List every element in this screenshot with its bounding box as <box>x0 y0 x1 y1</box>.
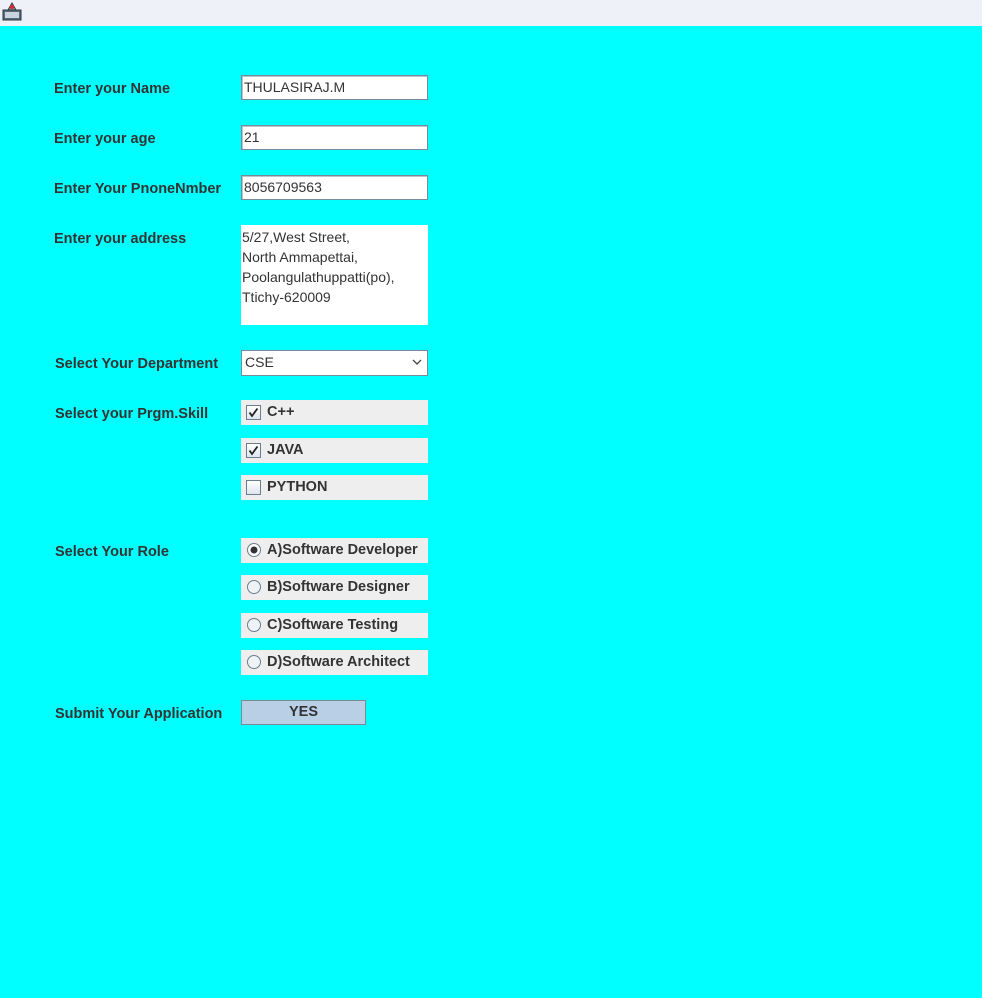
address-textarea[interactable]: 5/27,West Street, North Ammapettai, Pool… <box>241 225 428 325</box>
address-label: Enter your address <box>54 231 187 247</box>
skill-label-cpp: C++ <box>267 404 295 420</box>
age-field[interactable]: 21 <box>241 125 428 150</box>
phone-field[interactable]: 8056709563 <box>241 175 428 200</box>
role-radio-architect[interactable]: D)Software Architect <box>241 650 428 675</box>
yes-button[interactable]: YES <box>241 700 366 725</box>
role-radio-developer[interactable]: A)Software Developer <box>241 538 428 563</box>
radio-selected-icon[interactable] <box>246 542 262 558</box>
skill-label-java: JAVA <box>267 442 304 458</box>
role-radio-designer[interactable]: B)Software Designer <box>241 575 428 600</box>
skill-checkbox-java[interactable]: JAVA <box>241 438 428 463</box>
skills-label: Select your Prgm.Skill <box>55 406 209 422</box>
phone-label: Enter Your PnoneNmber <box>54 181 222 197</box>
role-label-designer: B)Software Designer <box>267 579 410 595</box>
checkbox-checked[interactable] <box>246 405 261 420</box>
skill-checkbox-cpp[interactable]: C++ <box>241 400 428 425</box>
application-form: Enter your Name THULASIRAJ.M Enter your … <box>0 26 982 998</box>
role-label-architect: D)Software Architect <box>267 654 410 670</box>
chevron-down-icon <box>412 359 422 365</box>
check-icon <box>248 445 259 456</box>
skill-label-python: PYTHON <box>267 479 328 495</box>
window-titlebar <box>0 0 982 27</box>
radio-unselected-icon[interactable] <box>246 579 262 595</box>
check-icon <box>248 407 259 418</box>
radio-unselected-icon[interactable] <box>246 654 262 670</box>
checkbox-checked[interactable] <box>246 443 261 458</box>
role-radio-testing[interactable]: C)Software Testing <box>241 613 428 638</box>
role-label: Select Your Role <box>55 544 169 560</box>
skill-checkbox-python[interactable]: PYTHON <box>241 475 428 500</box>
role-label-developer: A)Software Developer <box>267 542 418 558</box>
name-field[interactable]: THULASIRAJ.M <box>241 75 428 100</box>
name-label: Enter your Name <box>54 81 171 97</box>
checkbox-unchecked[interactable] <box>246 480 261 495</box>
department-selected-value: CSE <box>245 354 274 370</box>
department-label: Select Your Department <box>55 356 219 372</box>
radio-unselected-icon[interactable] <box>246 617 262 633</box>
java-app-icon <box>2 1 22 21</box>
role-label-testing: C)Software Testing <box>267 617 399 633</box>
age-label: Enter your age <box>54 131 156 147</box>
department-select[interactable]: CSE <box>241 350 428 376</box>
submit-label: Submit Your Application <box>55 706 223 722</box>
